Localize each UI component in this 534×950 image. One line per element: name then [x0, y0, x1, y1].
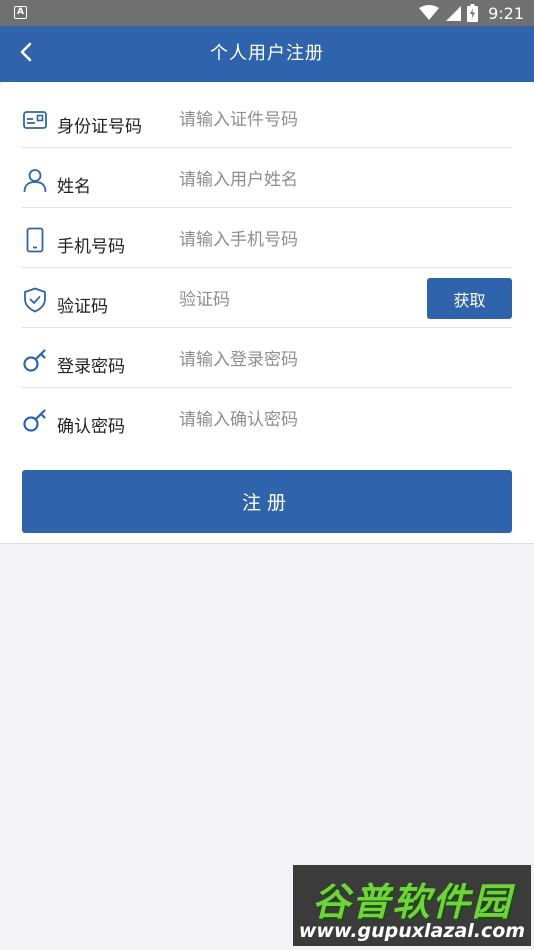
key-icon — [23, 409, 46, 432]
id-number-input[interactable] — [179, 107, 419, 133]
confirm-password-label: 确认密码 — [57, 417, 125, 437]
phone-label: 手机号码 — [57, 237, 125, 257]
page-title: 个人用户注册 — [210, 43, 324, 64]
id-card-icon — [23, 111, 47, 129]
login-password-input[interactable] — [179, 347, 419, 373]
key-icon — [23, 349, 46, 372]
battery-icon — [467, 4, 479, 22]
watermark-logo: 谷普软件园 www.gupuxlazal.com — [293, 865, 531, 946]
name-input[interactable] — [179, 167, 419, 193]
phone-input[interactable] — [179, 227, 419, 253]
verification-code-input[interactable] — [179, 287, 349, 313]
form-row-verification-code: 验证码 获取 — [22, 268, 512, 328]
watermark-url: www.gupuxlazal.com — [298, 920, 526, 942]
wifi-icon — [419, 5, 440, 20]
form-row-id-number: 身份证号码 — [22, 88, 512, 148]
form-row-name: 姓名 — [22, 148, 512, 208]
form-row-login-password: 登录密码 — [22, 328, 512, 388]
form-row-phone: 手机号码 — [22, 208, 512, 268]
signal-icon — [446, 6, 462, 21]
form-row-confirm-password: 确认密码 — [22, 388, 512, 448]
registration-form: 身份证号码 姓名 手机号码 验证码 获取 登录密码 — [0, 82, 534, 544]
register-button[interactable]: 注册 — [22, 470, 512, 533]
id-number-label: 身份证号码 — [57, 117, 142, 137]
user-icon — [23, 169, 47, 193]
verification-code-label: 验证码 — [57, 297, 108, 317]
notification-icon: A — [14, 6, 27, 19]
get-code-button[interactable]: 获取 — [427, 278, 512, 319]
shield-check-icon — [24, 287, 46, 313]
status-time: 9:21 — [488, 3, 524, 23]
name-label: 姓名 — [57, 177, 91, 197]
watermark-title: 谷普软件园 — [311, 880, 512, 924]
confirm-password-input[interactable] — [179, 407, 419, 433]
app-bar: 个人用户注册 — [0, 26, 534, 82]
phone-icon — [26, 227, 44, 253]
login-password-label: 登录密码 — [57, 357, 125, 377]
status-icons: 9:21 — [419, 2, 524, 24]
status-bar: A 9:21 — [0, 0, 534, 26]
